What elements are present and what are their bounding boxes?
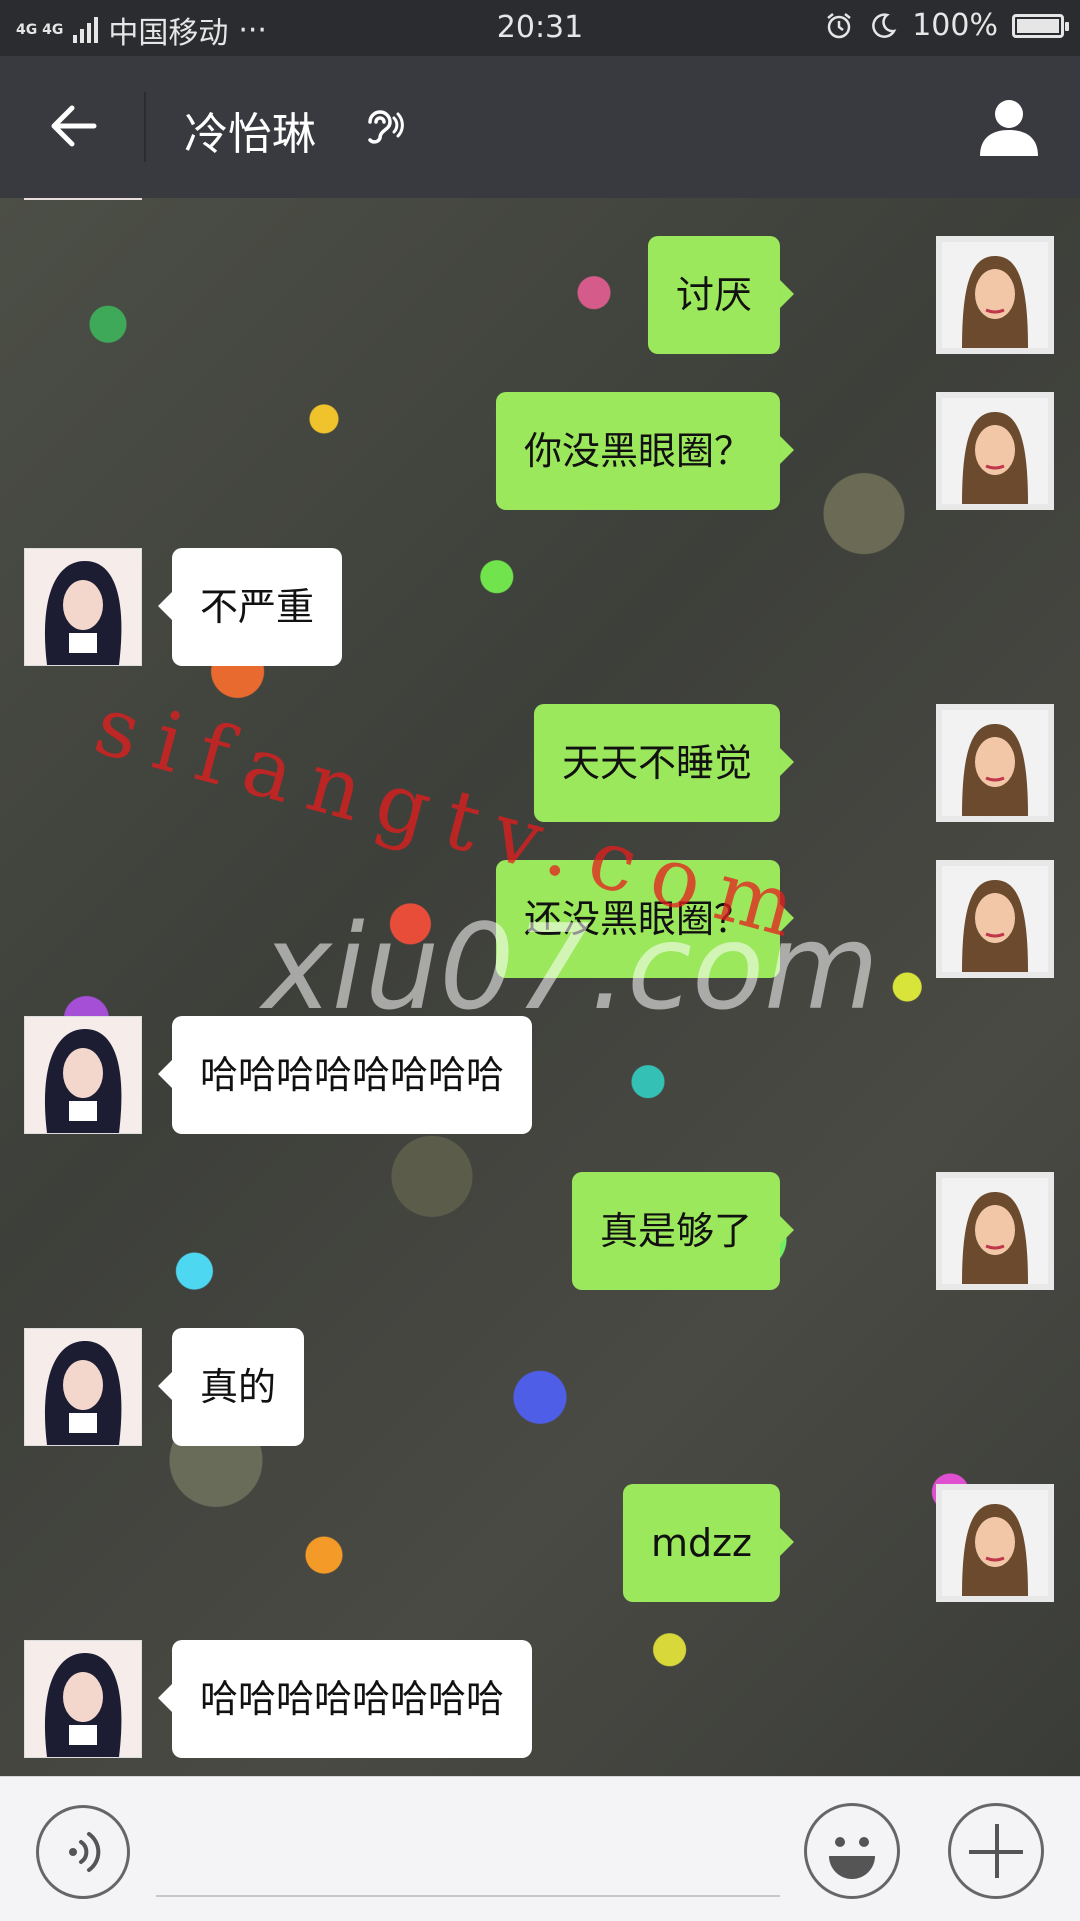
my-avatar[interactable] bbox=[936, 236, 1054, 354]
alarm-icon bbox=[827, 12, 851, 38]
moon-icon bbox=[872, 12, 897, 38]
header-divider bbox=[144, 92, 146, 162]
profile-icon[interactable] bbox=[974, 92, 1044, 162]
message-bubble[interactable]: 讨厌 bbox=[647, 236, 795, 354]
chat-area[interactable]: 讨厌 你没黑眼圈？ 不严重 天天不睡觉 还没黑眼圈？ 哈哈哈哈哈哈哈哈 真是够了… bbox=[0, 198, 1080, 1776]
girl-avatar-icon bbox=[942, 710, 1048, 816]
friend-avatar[interactable] bbox=[24, 1016, 142, 1134]
message-bubble[interactable]: mdzz bbox=[622, 1484, 795, 1602]
voice-icon bbox=[69, 1832, 101, 1872]
battery-label: 100% bbox=[912, 8, 998, 43]
my-avatar[interactable] bbox=[936, 1172, 1054, 1290]
friend-avatar[interactable] bbox=[24, 1328, 142, 1446]
friend-avatar[interactable] bbox=[24, 548, 142, 666]
message-bubble[interactable]: 还没黑眼圈？ bbox=[495, 860, 795, 978]
message-bubble[interactable]: 真的 bbox=[157, 1328, 305, 1446]
girl-avatar-icon bbox=[942, 242, 1048, 348]
battery-icon bbox=[1012, 13, 1069, 38]
my-avatar[interactable] bbox=[936, 860, 1054, 978]
emoji-icon bbox=[829, 1837, 875, 1879]
girl-avatar-icon bbox=[942, 1490, 1048, 1596]
girl-avatar-icon bbox=[942, 1178, 1048, 1284]
input-bar bbox=[0, 1776, 1080, 1921]
emoji-button[interactable] bbox=[804, 1803, 900, 1899]
ear-icon bbox=[368, 110, 404, 144]
anime-avatar-icon bbox=[25, 1641, 141, 1757]
plus-button[interactable] bbox=[948, 1803, 1044, 1899]
message-input[interactable] bbox=[156, 1797, 780, 1897]
anime-avatar-icon bbox=[25, 549, 141, 665]
message-bubble[interactable]: 天天不睡觉 bbox=[533, 704, 795, 822]
chat-title: 冷怡琳 bbox=[184, 109, 316, 160]
friend-avatar[interactable] bbox=[24, 1640, 142, 1758]
message-bubble[interactable]: 不严重 bbox=[157, 548, 343, 666]
status-bar: 4G 4G 中国移动 ··· 20:31 100% bbox=[0, 0, 1080, 56]
my-avatar[interactable] bbox=[936, 1484, 1054, 1602]
message-bubble[interactable]: 真是够了 bbox=[571, 1172, 795, 1290]
message-bubble[interactable]: 哈哈哈哈哈哈哈哈 bbox=[157, 1640, 533, 1758]
my-avatar[interactable] bbox=[936, 392, 1054, 510]
partial-avatar bbox=[24, 198, 142, 200]
back-arrow-icon[interactable] bbox=[44, 96, 104, 156]
girl-avatar-icon bbox=[942, 866, 1048, 972]
chat-header: 冷怡琳 bbox=[0, 56, 1080, 198]
girl-avatar-icon bbox=[942, 398, 1048, 504]
message-bubble[interactable]: 你没黑眼圈？ bbox=[495, 392, 795, 510]
status-right: 100% bbox=[824, 8, 1069, 43]
message-bubble[interactable]: 哈哈哈哈哈哈哈哈 bbox=[157, 1016, 533, 1134]
voice-button[interactable] bbox=[36, 1805, 130, 1899]
anime-avatar-icon bbox=[25, 1017, 141, 1133]
anime-avatar-icon bbox=[25, 1329, 141, 1445]
my-avatar[interactable] bbox=[936, 704, 1054, 822]
